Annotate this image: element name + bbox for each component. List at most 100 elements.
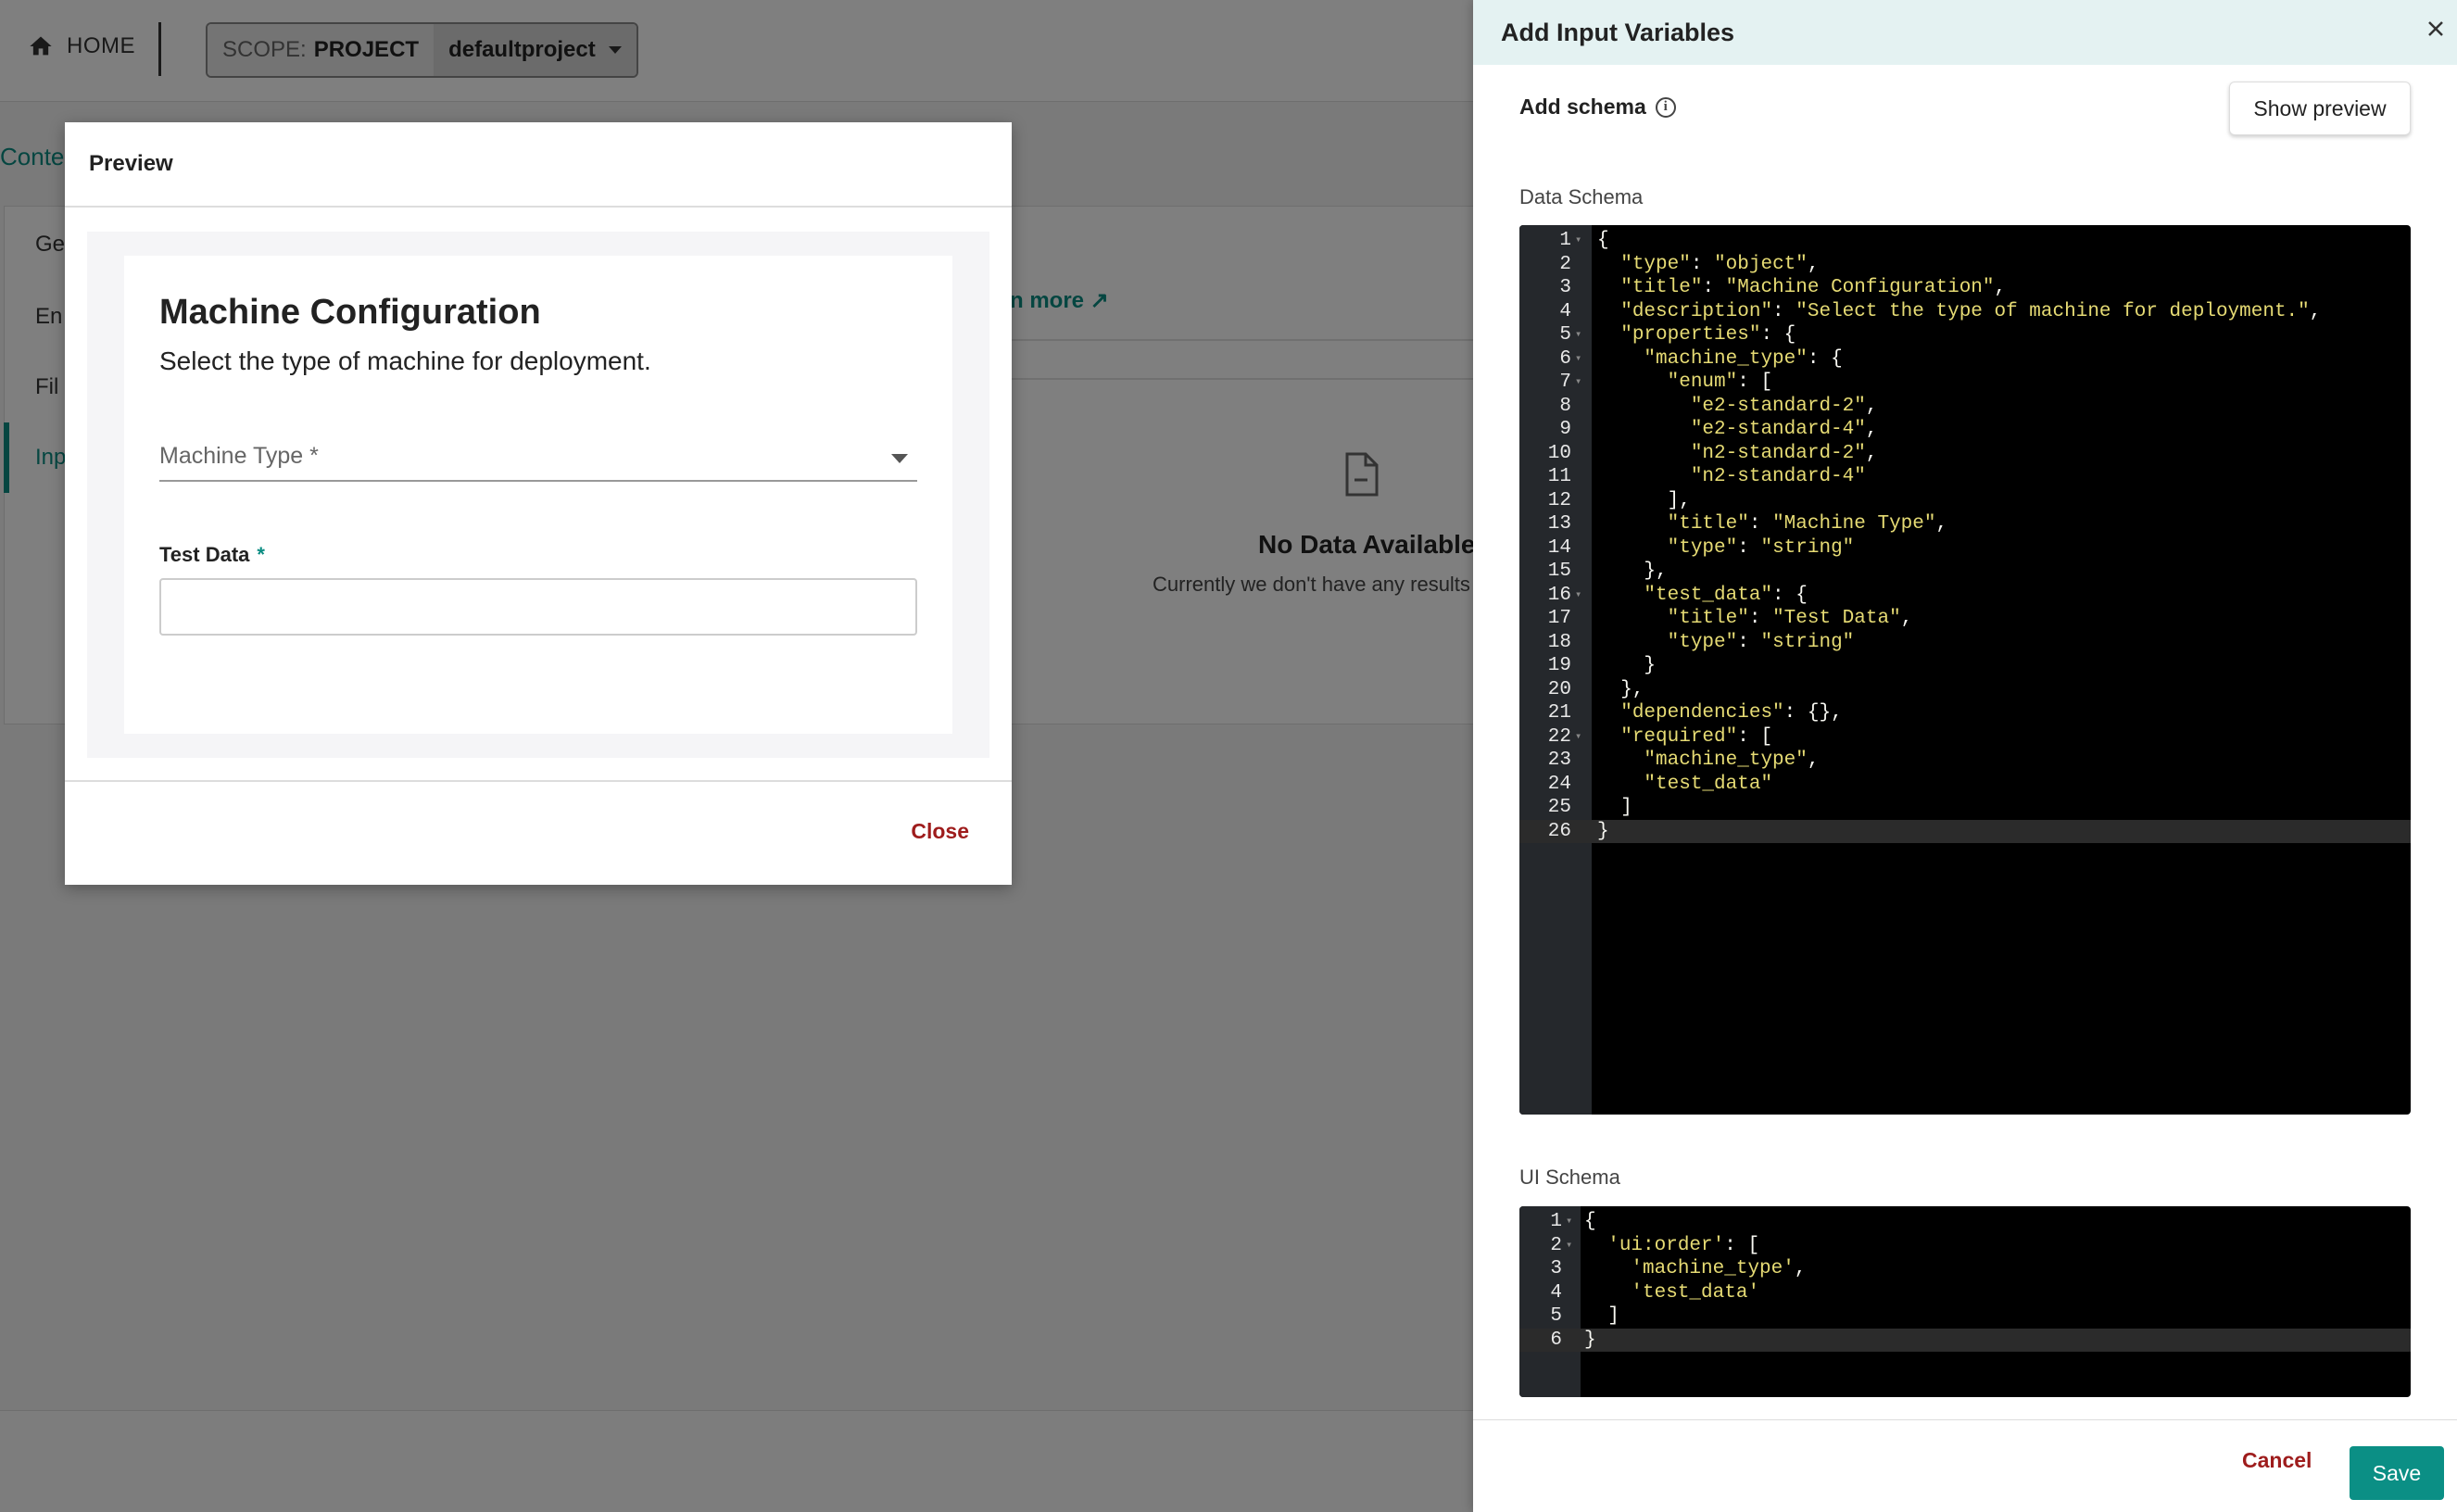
data-schema-label: Data Schema	[1519, 185, 1644, 208]
fold-toggle-icon[interactable]: ▾	[1566, 1234, 1572, 1258]
fold-toggle-icon[interactable]: ▾	[1566, 1210, 1572, 1234]
code-text: "e2-standard-2",	[1690, 395, 1878, 417]
code-text: "type": "string"	[1667, 631, 1855, 653]
form-description: Select the type of machine for deploymen…	[159, 346, 651, 375]
code-line[interactable]: 4 'test_data'	[1519, 1281, 2411, 1305]
code-line[interactable]: 11 "n2-standard-4"	[1519, 465, 2411, 489]
code-text: 'ui:order': [	[1607, 1234, 1760, 1256]
fold-toggle-icon[interactable]: ▾	[1575, 371, 1581, 395]
line-number: 4	[1559, 300, 1571, 322]
code-line[interactable]: 22 ▾ "required": [	[1519, 725, 2411, 750]
data-schema-editor[interactable]: 1 ▾{2 "type": "object", 3 "title": "Machin…	[1519, 225, 2411, 1115]
line-number: 12	[1547, 489, 1571, 511]
code-line[interactable]: 4 "description": "Select the type of mac…	[1519, 300, 2411, 324]
code-line[interactable]: 19 }	[1519, 654, 2411, 678]
test-data-input[interactable]	[159, 578, 917, 636]
code-line[interactable]: 18 "type": "string"	[1519, 631, 2411, 655]
test-data-label-text: Test Data	[159, 543, 250, 566]
ui-schema-label: UI Schema	[1519, 1166, 1620, 1189]
line-number: 13	[1547, 513, 1571, 535]
info-icon[interactable]: i	[1655, 96, 1676, 118]
code-line[interactable]: 1 ▾ {	[1519, 1210, 2411, 1234]
code-line[interactable]: 8 "e2-standard-2",	[1519, 395, 2411, 419]
line-number: 17	[1547, 608, 1571, 629]
code-line[interactable]: 23 "machine_type",	[1519, 749, 2411, 773]
code-text: "required": [	[1620, 725, 1773, 748]
line-number: 14	[1547, 536, 1571, 559]
code-text: ]	[1584, 1305, 1619, 1327]
code-line[interactable]: 3 'machine_type',	[1519, 1257, 2411, 1281]
code-line[interactable]: 24 "test_data"	[1519, 773, 2411, 797]
code-line[interactable]: 1 ▾ {	[1519, 229, 2411, 253]
drawer-footer: Cancel Save	[1473, 1419, 2457, 1512]
line-number: 7	[1559, 372, 1571, 393]
close-icon[interactable]	[2422, 15, 2450, 43]
code-line[interactable]: 2 "type": "object",	[1519, 253, 2411, 277]
fold-toggle-icon[interactable]: ▾	[1575, 725, 1581, 750]
code-line[interactable]: 14 "type": "string"	[1519, 536, 2411, 561]
code-line[interactable]: 20 },	[1519, 678, 2411, 702]
code-text: 'machine_type',	[1631, 1258, 1807, 1279]
drawer-header: Add Input Variables	[1473, 0, 2457, 65]
code-line[interactable]: 15 },	[1519, 560, 2411, 584]
drawer-title: Add Input Variables	[1501, 18, 1735, 46]
line-number: 11	[1547, 466, 1571, 487]
code-text: ]	[1597, 797, 1632, 818]
line-number: 6	[1559, 347, 1571, 370]
fold-toggle-icon[interactable]: ▾	[1575, 323, 1581, 347]
machine-type-select[interactable]: Machine Type *	[159, 437, 917, 482]
line-number: 18	[1547, 631, 1571, 653]
fold-toggle-icon[interactable]: ▾	[1575, 229, 1581, 253]
code-line[interactable]: 5 ▾ "properties": {	[1519, 323, 2411, 347]
code-line[interactable]: 12 ],	[1519, 489, 2411, 513]
code-text: "title": "Test Data",	[1667, 608, 1913, 629]
code-text: "description": "Select the type of machi…	[1620, 300, 2322, 322]
test-data-label: Test Data *	[159, 543, 265, 567]
code-line[interactable]: 2 ▾ 'ui:order': [	[1519, 1234, 2411, 1258]
code-text: "dependencies": {},	[1620, 702, 1843, 724]
code-line[interactable]: 25 ]	[1519, 796, 2411, 820]
code-line[interactable]: 13 "title": "Machine Type",	[1519, 512, 2411, 536]
close-button[interactable]: Close	[911, 819, 969, 844]
add-schema-heading: Add schema i	[1519, 94, 1676, 120]
code-line[interactable]: 10 "n2-standard-2",	[1519, 442, 2411, 466]
cancel-button[interactable]: Cancel	[2242, 1448, 2312, 1473]
code-text: },	[1597, 678, 1644, 700]
code-text: 'test_data'	[1631, 1281, 1760, 1304]
code-line[interactable]: 9 "e2-standard-4",	[1519, 418, 2411, 442]
line-number: 21	[1547, 702, 1571, 724]
ui-schema-editor[interactable]: 1 ▾{2 ▾ 'ui:order': [3 'machine_type', 4 't…	[1519, 1206, 2411, 1397]
show-preview-button[interactable]: Show preview	[2229, 82, 2411, 135]
add-schema-label: Add schema	[1519, 94, 1646, 119]
fold-toggle-icon[interactable]: ▾	[1575, 347, 1581, 372]
code-line[interactable]: 3 "title": "Machine Configuration",	[1519, 276, 2411, 300]
line-number: 24	[1547, 773, 1571, 795]
line-number: 8	[1559, 395, 1571, 417]
code-text: "title": "Machine Type",	[1667, 513, 1948, 535]
line-number: 23	[1547, 750, 1571, 771]
line-number: 9	[1559, 419, 1571, 440]
code-line[interactable]: 16 ▾ "test_data": {	[1519, 584, 2411, 608]
code-text: {	[1597, 230, 1609, 251]
code-line[interactable]: 21 "dependencies": {},	[1519, 701, 2411, 725]
line-number: 5	[1550, 1305, 1562, 1327]
code-line[interactable]: 17 "title": "Test Data",	[1519, 607, 2411, 631]
add-input-variables-drawer: Add Input Variables Add schema i Show pr…	[1473, 0, 2457, 1512]
code-text: "type": "object",	[1620, 253, 1820, 275]
preview-modal: Preview Machine Configuration Select the…	[65, 122, 1012, 885]
line-number: 1	[1550, 1211, 1562, 1232]
code-line[interactable]: 6 ▾ "machine_type": {	[1519, 347, 2411, 372]
fold-toggle-icon[interactable]: ▾	[1575, 584, 1581, 608]
code-line[interactable]: 5 ]	[1519, 1304, 2411, 1329]
line-number: 22	[1547, 725, 1571, 748]
code-text: "test_data"	[1644, 773, 1773, 795]
machine-type-label: Machine Type *	[159, 443, 319, 469]
line-number: 26	[1547, 820, 1571, 842]
code-line[interactable]: 6}	[1519, 1328, 2411, 1352]
code-line[interactable]: 7 ▾ "enum": [	[1519, 371, 2411, 395]
preview-form: Machine Configuration Select the type of…	[124, 256, 952, 734]
code-line[interactable]: 26}	[1519, 819, 2411, 843]
code-text: }	[1597, 820, 1609, 842]
save-button[interactable]: Save	[2350, 1446, 2444, 1500]
code-text: "properties": {	[1620, 324, 1796, 346]
